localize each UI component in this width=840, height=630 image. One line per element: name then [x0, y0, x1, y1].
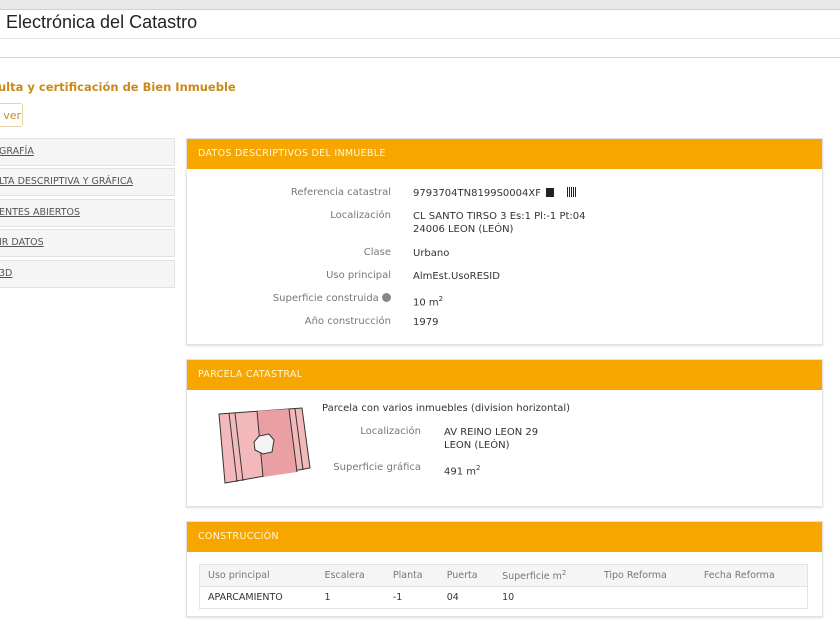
value-text: 491 m	[444, 466, 477, 478]
label: Uso principal	[326, 270, 391, 281]
info-icon[interactable]	[382, 293, 391, 302]
construccion-table: Uso principal Escalera Planta Puerta Sup…	[199, 564, 808, 609]
sidebar-item-cartografia[interactable]: GRAFÍA	[0, 138, 175, 166]
parcel-map-icon[interactable]	[217, 406, 313, 488]
table-cell: -1	[384, 586, 439, 609]
value: 491 m2	[444, 462, 480, 478]
value: AV REINO LEON 29	[444, 427, 539, 438]
table-cell: 04	[438, 586, 495, 609]
panel-header: DATOS DESCRIPTIVOS DEL INMUEBLE	[187, 139, 822, 169]
value: AlmEst.UsoRESID	[413, 271, 500, 282]
column-header: Tipo Reforma	[595, 564, 696, 587]
table-row: APARCAMIENTO 1 -1 04 10	[199, 586, 808, 609]
column-header: Puerta	[438, 564, 495, 587]
table-cell	[595, 586, 696, 609]
sidebar-item-expedientes[interactable]: ENTES ABIERTOS	[0, 199, 175, 227]
table-cell: 1	[316, 586, 385, 609]
table-cell	[695, 586, 808, 609]
site-title: Electrónica del Catastro	[6, 12, 198, 32]
value: CL SANTO TIRSO 3 Es:1 Pl:-1 Pt:04	[413, 211, 586, 222]
table-cell: 10	[494, 586, 596, 609]
value: LEON (LEÓN)	[444, 440, 510, 451]
column-header-text: Superficie m	[502, 571, 562, 583]
parcela-panel: PARCELA CATASTRAL Parcela con varios inm…	[186, 359, 823, 507]
label: Superficie construida	[187, 293, 391, 304]
table-header-row: Uso principal Escalera Planta Puerta Sup…	[199, 564, 808, 587]
sidebar-item-3d[interactable]: 3D	[0, 260, 175, 288]
value-text: 10 m	[413, 297, 439, 309]
barcode-icon[interactable]	[567, 187, 578, 197]
label: Clase	[363, 247, 391, 258]
datos-panel: DATOS DESCRIPTIVOS DEL INMUEBLE Referenc…	[186, 138, 823, 345]
table-cell: APARCAMIENTO	[199, 586, 317, 609]
label-text: Superficie construida	[272, 293, 379, 304]
value: 1979	[413, 317, 439, 328]
ref-catastral: 9793704TN8199S0004XF	[413, 187, 578, 200]
page-title: ulta y certificación de Bien Inmueble	[0, 80, 236, 94]
panel-header: PARCELA CATASTRAL	[187, 360, 822, 390]
divider	[0, 38, 840, 39]
parcela-description: Parcela con varios inmuebles (division h…	[322, 403, 571, 414]
browser-top-bar	[0, 0, 840, 10]
value: 9793704TN8199S0004XF	[413, 188, 541, 199]
column-header: Escalera	[316, 564, 385, 587]
sidebar-item-consulta-descriptiva[interactable]: LTA DESCRIPTIVA Y GRÁFICA	[0, 168, 175, 196]
exponent: 2	[476, 464, 481, 472]
value: 24006 LEON (LEÓN)	[413, 224, 514, 235]
exponent: 2	[438, 295, 444, 303]
value: Urbano	[413, 248, 450, 259]
column-header: Fecha Reforma	[695, 564, 808, 587]
construccion-panel: CONSTRUCCIÓN Uso principal Escalera Plan…	[186, 521, 823, 617]
divider	[0, 57, 840, 58]
panel-header: CONSTRUCCIÓN	[187, 522, 822, 552]
label: Localización	[330, 210, 391, 221]
back-button[interactable]: ver	[0, 103, 23, 127]
sidebar-item-imprimir-datos[interactable]: IR DATOS	[0, 229, 175, 257]
label: Superficie gráfica	[333, 462, 421, 473]
label: Año construcción	[304, 316, 391, 327]
column-header: Planta	[384, 564, 439, 587]
label: Localización	[360, 426, 421, 437]
exponent: 2	[561, 568, 567, 577]
column-header: Superficie m2	[494, 564, 596, 587]
copy-icon[interactable]	[546, 188, 555, 197]
column-header: Uso principal	[199, 564, 317, 587]
label: Referencia catastral	[290, 187, 391, 198]
value: 10 m2	[413, 293, 443, 309]
